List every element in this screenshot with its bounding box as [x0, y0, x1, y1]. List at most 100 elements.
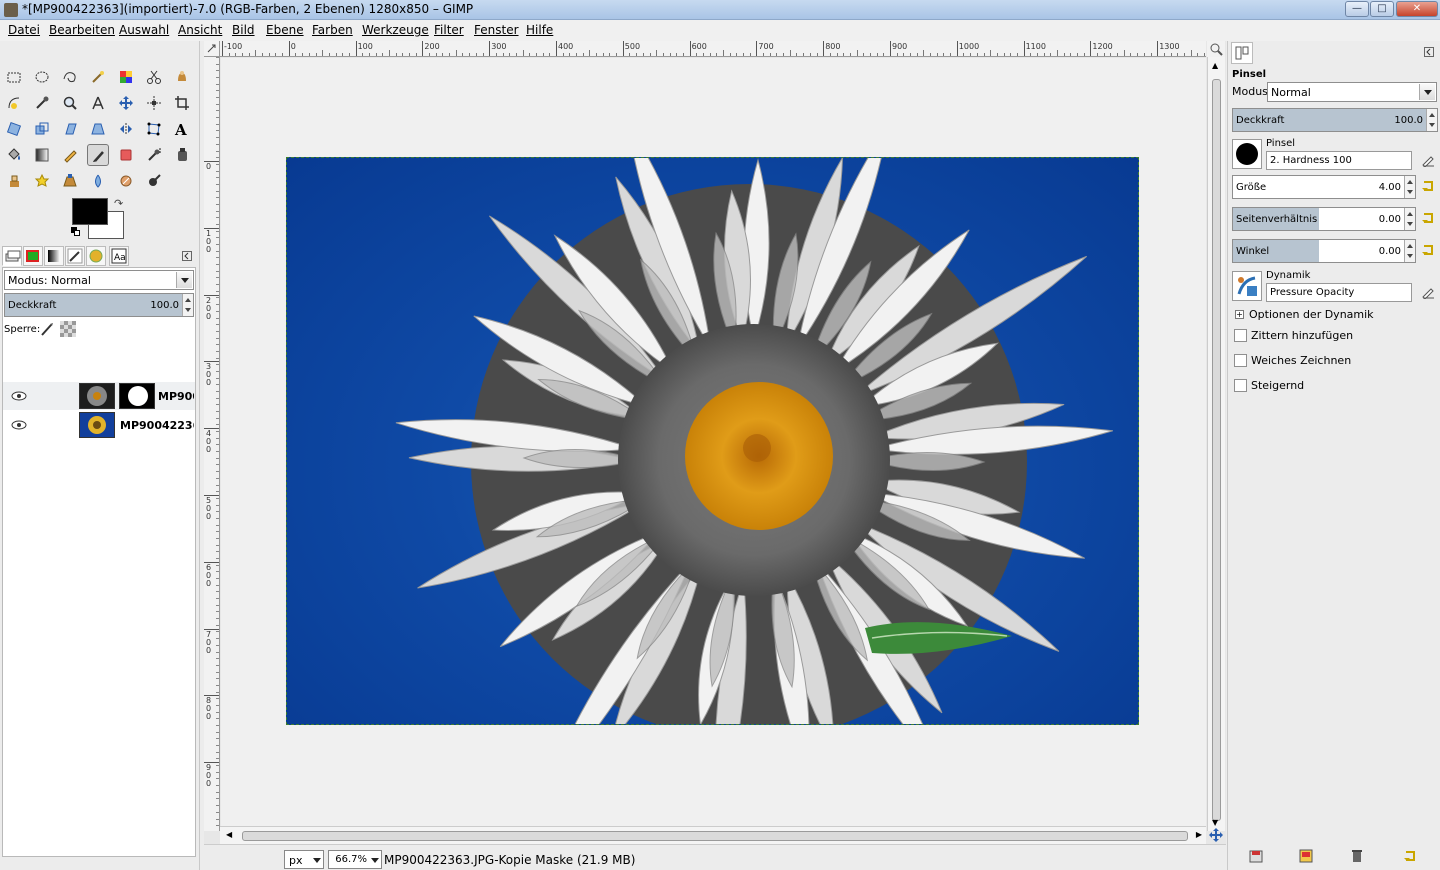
shear-icon[interactable] — [59, 118, 81, 140]
menu-bild[interactable]: Bild — [232, 23, 255, 37]
zoom-select[interactable]: 66.7% — [328, 850, 382, 869]
crop-icon[interactable] — [171, 92, 193, 114]
edit-brush-icon[interactable] — [1421, 153, 1435, 168]
menu-auswahl[interactable]: Auswahl — [119, 23, 169, 37]
eye-icon[interactable] — [11, 420, 27, 430]
text-icon[interactable]: A — [171, 118, 193, 140]
cage-transform-icon[interactable] — [143, 118, 165, 140]
reset-size-icon[interactable] — [1421, 179, 1435, 193]
restore-options-icon[interactable] — [1299, 849, 1315, 865]
lock-pixels-icon[interactable] — [39, 321, 55, 337]
menu-ebene[interactable]: Ebene — [266, 23, 304, 37]
angle-spinner[interactable] — [1404, 240, 1415, 262]
vertical-scroll-thumb[interactable] — [1212, 79, 1221, 821]
horizontal-scroll-thumb[interactable] — [242, 831, 1188, 841]
aspect-ratio-spinner[interactable] — [1404, 208, 1415, 230]
align-icon[interactable] — [143, 92, 165, 114]
rect-select-icon[interactable] — [3, 66, 25, 88]
dynamics-preview[interactable] — [1232, 271, 1262, 301]
size-spin[interactable]: Größe 4.00 — [1232, 175, 1416, 199]
menu-filter[interactable]: Filter — [434, 23, 464, 37]
lock-alpha-icon[interactable] — [60, 321, 76, 337]
dock-menu-icon[interactable] — [182, 251, 192, 261]
aspect-ratio-spin[interactable]: Seitenverhältnis 0.00 — [1232, 207, 1416, 231]
scroll-left-icon[interactable]: ◀ — [226, 830, 232, 839]
menu-fenster[interactable]: Fenster — [474, 23, 519, 37]
swap-colors-icon[interactable]: ↷ — [114, 197, 123, 210]
paths-icon[interactable] — [3, 92, 25, 114]
minimize-button[interactable]: — — [1345, 1, 1369, 17]
blur-icon[interactable] — [87, 170, 109, 192]
edit-dynamics-icon[interactable] — [1421, 285, 1435, 300]
tab-patterns[interactable] — [86, 246, 106, 266]
unit-select[interactable]: px — [284, 850, 324, 869]
incremental-checkbox[interactable] — [1234, 379, 1247, 392]
ruler-vertical[interactable]: 0 100 200 300 400 500 600 700 800 900 — [204, 57, 220, 831]
dynamics-field[interactable]: Pressure Opacity — [1266, 283, 1412, 302]
maximize-button[interactable]: □ — [1370, 1, 1394, 17]
opacity-spinner[interactable] — [1426, 109, 1437, 131]
reset-aspect-icon[interactable] — [1421, 211, 1435, 225]
zoom-icon[interactable] — [59, 92, 81, 114]
dock-menu-icon[interactable] — [1424, 47, 1434, 57]
tab-tool-options[interactable] — [1231, 42, 1253, 64]
image-canvas[interactable] — [286, 157, 1139, 725]
jitter-checkbox[interactable] — [1234, 329, 1247, 342]
eraser-icon[interactable] — [115, 144, 137, 166]
vertical-scrollbar[interactable]: ▲ ▼ — [1207, 57, 1225, 831]
measure-icon[interactable] — [87, 92, 109, 114]
flip-icon[interactable] — [115, 118, 137, 140]
ellipse-select-icon[interactable] — [31, 66, 53, 88]
paintbrush-icon[interactable] — [87, 144, 109, 166]
reset-options-icon[interactable] — [1403, 849, 1419, 865]
foreground-select-icon[interactable] — [171, 66, 193, 88]
close-button[interactable]: ✕ — [1396, 1, 1438, 17]
clone-icon[interactable] — [3, 170, 25, 192]
layer-row[interactable]: MP900422363.JPG-Kopie — [3, 382, 195, 410]
menu-farben[interactable]: Farben — [312, 23, 353, 37]
tab-channels[interactable] — [23, 246, 43, 266]
dodge-burn-icon[interactable] — [143, 170, 165, 192]
delete-options-icon[interactable] — [1350, 849, 1366, 865]
menu-datei[interactable]: Datei — [8, 23, 40, 37]
perspective-clone-icon[interactable] — [59, 170, 81, 192]
tab-fonts[interactable]: Aa — [109, 246, 129, 266]
foreground-color-swatch[interactable] — [72, 198, 108, 225]
expand-icon[interactable]: + — [1235, 310, 1244, 319]
menu-bearbeiten[interactable]: Bearbeiten — [49, 23, 115, 37]
default-colors-icon[interactable] — [71, 227, 81, 237]
zoom-fit-icon[interactable] — [1207, 41, 1225, 57]
fuzzy-select-icon[interactable] — [87, 66, 109, 88]
menu-hilfe[interactable]: Hilfe — [526, 23, 553, 37]
save-options-icon[interactable] — [1249, 849, 1265, 865]
select-by-color-icon[interactable] — [115, 66, 137, 88]
scroll-right-icon[interactable]: ▶ — [1196, 830, 1202, 839]
angle-spin[interactable]: Winkel 0.00 — [1232, 239, 1416, 263]
brush-preview[interactable] — [1232, 139, 1262, 169]
pencil-icon[interactable] — [59, 144, 81, 166]
scissors-select-icon[interactable] — [143, 66, 165, 88]
tab-layers[interactable] — [2, 246, 22, 266]
canvas[interactable] — [221, 58, 1206, 831]
color-picker-icon[interactable] — [31, 92, 53, 114]
layer-mode-select[interactable]: Modus: Normal — [4, 270, 194, 290]
smudge-icon[interactable] — [115, 170, 137, 192]
move-icon[interactable] — [115, 92, 137, 114]
layer-opacity-spinner[interactable] — [182, 294, 193, 316]
menu-werkzeuge[interactable]: Werkzeuge — [362, 23, 429, 37]
layer-opacity-spin[interactable]: Deckkraft 100.0 — [4, 293, 194, 317]
scroll-up-icon[interactable]: ▲ — [1212, 61, 1218, 70]
navigate-icon[interactable] — [1208, 827, 1224, 843]
blend-icon[interactable] — [31, 144, 53, 166]
quick-mask-corner[interactable] — [204, 41, 220, 57]
rotate-icon[interactable] — [3, 118, 25, 140]
ruler-horizontal[interactable]: -100 0 100 200 300 400 500 600 700 800 900 1000 1100… — [220, 41, 1206, 57]
dynamics-options-label[interactable]: Optionen der Dynamik — [1249, 308, 1374, 321]
opacity-spin[interactable]: Deckkraft 100.0 — [1232, 108, 1438, 132]
paint-mode-select[interactable]: Normal — [1267, 82, 1437, 102]
scroll-down-icon[interactable]: ▼ — [1212, 818, 1218, 827]
layer-mask-thumbnail[interactable] — [119, 383, 155, 409]
size-spinner[interactable] — [1404, 176, 1415, 198]
horizontal-scrollbar[interactable]: ◀ ▶ — [220, 826, 1206, 844]
heal-icon[interactable] — [31, 170, 53, 192]
